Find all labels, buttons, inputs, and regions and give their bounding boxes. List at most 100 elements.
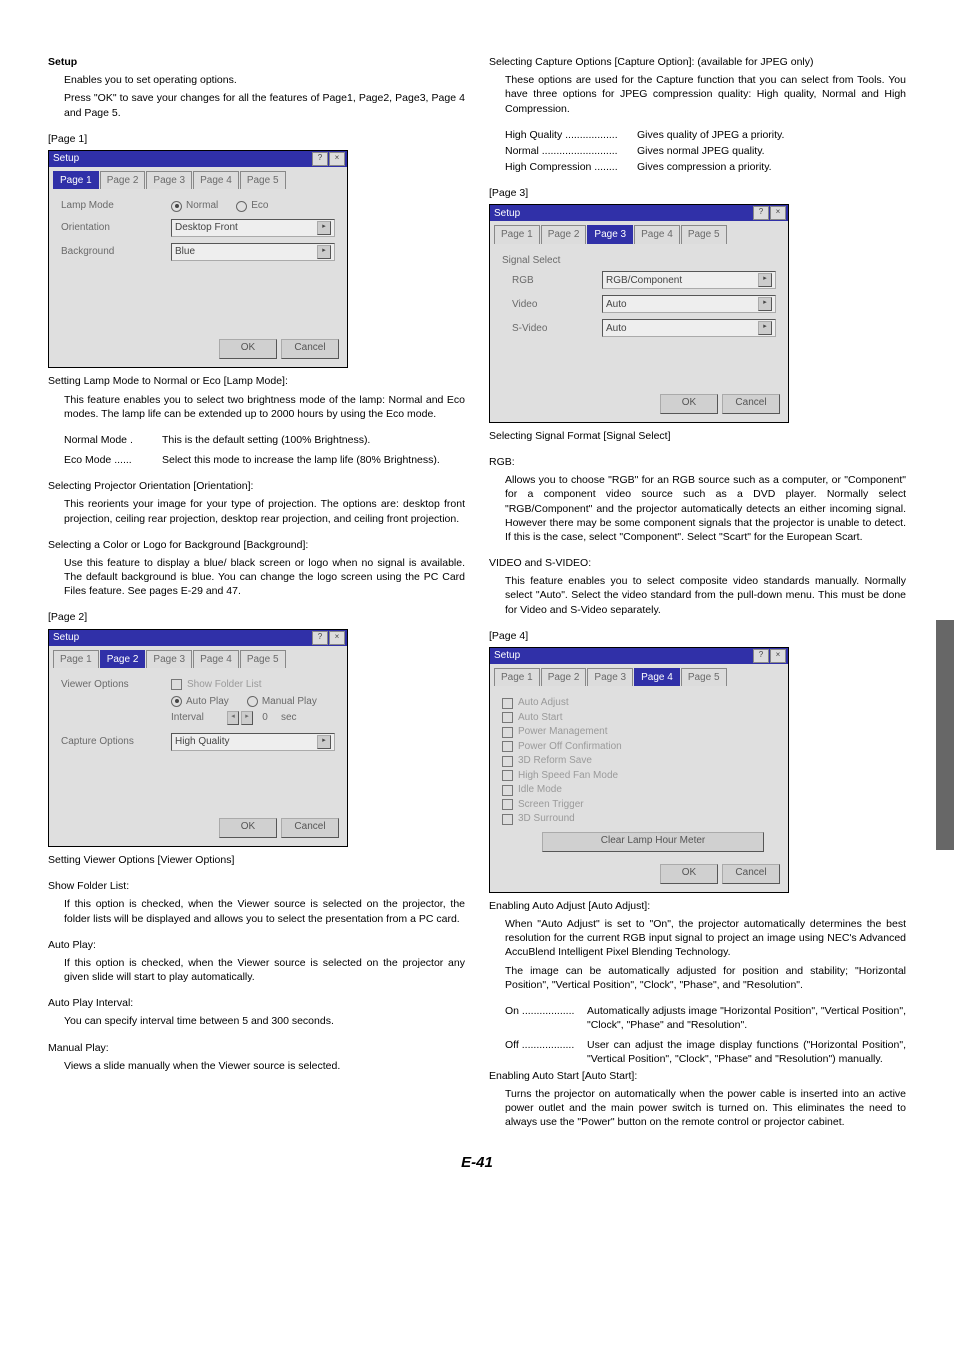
side-tab: [936, 620, 954, 850]
dialog-titlebar: Setup ? ×: [49, 151, 347, 167]
setup-dialog-page3: Setup ? × Page 1 Page 2 Page 3 Page 4 Pa…: [489, 204, 789, 423]
capture-options-title: Selecting Capture Options [Capture Optio…: [489, 55, 906, 69]
tab-page5[interactable]: Page 5: [240, 171, 286, 190]
ok-button[interactable]: OK: [660, 394, 718, 414]
background-combo[interactable]: Blue▸: [171, 243, 335, 261]
cancel-button[interactable]: Cancel: [722, 394, 780, 414]
cancel-button[interactable]: Cancel: [281, 818, 339, 838]
tab-page3[interactable]: Page 3: [587, 668, 633, 687]
dropdown-arrow-icon: ▸: [317, 245, 331, 259]
clear-lamp-button[interactable]: Clear Lamp Hour Meter: [542, 832, 764, 852]
right-column: Selecting Capture Options [Capture Optio…: [489, 55, 906, 1133]
viewer-options-label: Viewer Options: [61, 678, 171, 692]
tab-page1[interactable]: Page 1: [494, 225, 540, 244]
tab-page3[interactable]: Page 3: [587, 225, 633, 244]
check-3d-surround[interactable]: 3D Surround: [502, 812, 776, 826]
video-svideo-body: This feature enables you to select compo…: [489, 574, 906, 617]
setup-dialog-page1: Setup ? × Page 1 Page 2 Page 3 Page 4 Pa…: [48, 150, 348, 369]
radio-manual-play[interactable]: Manual Play: [247, 695, 317, 709]
check-show-folder[interactable]: Show Folder List: [171, 678, 335, 692]
close-icon[interactable]: ×: [770, 206, 786, 220]
close-icon[interactable]: ×: [329, 152, 345, 166]
check-high-speed-fan-mode[interactable]: High Speed Fan Mode: [502, 769, 776, 783]
ok-button[interactable]: OK: [660, 864, 718, 884]
auto-adjust-body1: When "Auto Adjust" is set to "On", the p…: [489, 917, 906, 960]
tab-page5[interactable]: Page 5: [681, 668, 727, 687]
setup-desc-1: Enables you to set operating options.: [64, 73, 465, 87]
tab-page4[interactable]: Page 4: [193, 650, 239, 669]
normal-body: Gives normal JPEG quality.: [637, 144, 906, 158]
ok-button[interactable]: OK: [219, 339, 277, 359]
tab-page4[interactable]: Page 4: [193, 171, 239, 190]
tab-page3[interactable]: Page 3: [146, 650, 192, 669]
dec-icon[interactable]: ◂: [227, 711, 239, 725]
tab-page3[interactable]: Page 3: [146, 171, 192, 190]
hq-term: High Quality ..................: [505, 128, 637, 142]
check-power-management[interactable]: Power Management: [502, 725, 776, 739]
auto-start-body: Turns the projector on automatically whe…: [489, 1087, 906, 1130]
check-power-off-confirmation[interactable]: Power Off Confirmation: [502, 740, 776, 754]
check-screen-trigger[interactable]: Screen Trigger: [502, 798, 776, 812]
lamp-mode-title: Setting Lamp Mode to Normal or Eco [Lamp…: [48, 374, 465, 388]
interval-spinner[interactable]: ◂ ▸ 0: [227, 711, 275, 725]
cancel-button[interactable]: Cancel: [281, 339, 339, 359]
close-icon[interactable]: ×: [329, 631, 345, 645]
auto-play-interval-body: You can specify interval time between 5 …: [48, 1014, 465, 1028]
lamp-mode-body: This feature enables you to select two b…: [48, 393, 465, 421]
help-icon[interactable]: ?: [753, 649, 769, 663]
dialog-titlebar: Setup ? ×: [49, 630, 347, 646]
hc-term: High Compression ........: [505, 160, 637, 174]
check-idle-mode[interactable]: Idle Mode: [502, 783, 776, 797]
tab-page4[interactable]: Page 4: [634, 668, 680, 687]
radio-normal[interactable]: Normal: [171, 199, 218, 213]
dropdown-arrow-icon: ▸: [758, 273, 772, 287]
background-label: Background: [61, 245, 171, 259]
radio-auto-play[interactable]: Auto Play: [171, 695, 229, 709]
eco-mode-term: Eco Mode ......: [64, 453, 162, 467]
radio-eco[interactable]: Eco: [236, 199, 268, 213]
lamp-mode-label: Lamp Mode: [61, 199, 171, 213]
tab-page2[interactable]: Page 2: [100, 171, 146, 190]
inc-icon[interactable]: ▸: [241, 711, 253, 725]
help-icon[interactable]: ?: [312, 152, 328, 166]
tab-page2[interactable]: Page 2: [541, 225, 587, 244]
check-3d-reform-save[interactable]: 3D Reform Save: [502, 754, 776, 768]
help-icon[interactable]: ?: [312, 631, 328, 645]
dropdown-arrow-icon: ▸: [758, 297, 772, 311]
auto-play-title: Auto Play:: [48, 938, 465, 952]
tab-page5[interactable]: Page 5: [240, 650, 286, 669]
help-icon[interactable]: ?: [753, 206, 769, 220]
manual-play-body: Views a slide manually when the Viewer s…: [48, 1059, 465, 1073]
setup-desc-2: Press "OK" to save your changes for all …: [64, 91, 465, 119]
setup-dialog-page4: Setup ? × Page 1 Page 2 Page 3 Page 4 Pa…: [489, 647, 789, 893]
tab-page1[interactable]: Page 1: [494, 668, 540, 687]
tab-page2[interactable]: Page 2: [541, 668, 587, 687]
capture-options-body: These options are used for the Capture f…: [489, 73, 906, 116]
capture-combo[interactable]: High Quality▸: [171, 733, 335, 751]
video-combo[interactable]: Auto▸: [602, 295, 776, 313]
eco-mode-body: Select this mode to increase the lamp li…: [162, 453, 465, 467]
dialog-title: Setup: [494, 207, 520, 221]
rgb-label: RGB: [502, 274, 602, 288]
show-folder-body: If this option is checked, when the View…: [48, 897, 465, 925]
dialog-title: Setup: [53, 152, 79, 166]
orientation-combo[interactable]: Desktop Front▸: [171, 219, 335, 237]
background-body: Use this feature to display a blue/ blac…: [48, 556, 465, 599]
check-auto-start[interactable]: Auto Start: [502, 711, 776, 725]
tab-page5[interactable]: Page 5: [681, 225, 727, 244]
tab-page1[interactable]: Page 1: [53, 171, 99, 190]
svideo-combo[interactable]: Auto▸: [602, 319, 776, 337]
close-icon[interactable]: ×: [770, 649, 786, 663]
normal-mode-body: This is the default setting (100% Bright…: [162, 433, 465, 447]
tab-page4[interactable]: Page 4: [634, 225, 680, 244]
on-body: Automatically adjusts image "Horizontal …: [587, 1004, 906, 1032]
interval-unit: sec: [281, 711, 297, 725]
cancel-button[interactable]: Cancel: [722, 864, 780, 884]
rgb-combo[interactable]: RGB/Component▸: [602, 271, 776, 289]
check-auto-adjust[interactable]: Auto Adjust: [502, 696, 776, 710]
auto-adjust-body2: The image can be automatically adjusted …: [489, 964, 906, 992]
tab-page2[interactable]: Page 2: [100, 650, 146, 669]
setup-dialog-page2: Setup ? × Page 1 Page 2 Page 3 Page 4 Pa…: [48, 629, 348, 848]
ok-button[interactable]: OK: [219, 818, 277, 838]
tab-page1[interactable]: Page 1: [53, 650, 99, 669]
